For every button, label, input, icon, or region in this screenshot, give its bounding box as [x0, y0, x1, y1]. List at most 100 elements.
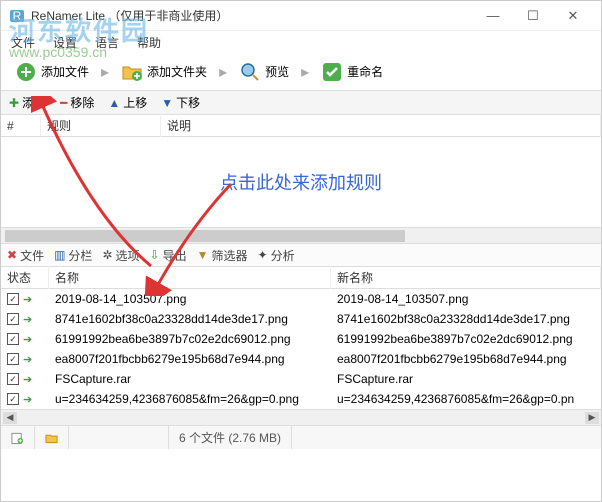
rules-col-desc[interactable]: 说明: [161, 114, 601, 137]
minimize-button[interactable]: —: [473, 2, 513, 30]
add-files-button[interactable]: 添加文件: [9, 59, 95, 85]
file-newname: 2019-08-14_103507.png: [331, 292, 601, 306]
menu-language[interactable]: 语言: [93, 32, 121, 53]
files-analyze-label: 分析: [271, 247, 295, 264]
file-newname: u=234634259,4236876085&fm=26&gp=0.pn: [331, 392, 601, 406]
file-name: 8741e1602bf38c0a23328dd14de3de17.png: [49, 312, 331, 326]
rename-label: 重命名: [347, 63, 383, 80]
files-analyze-button[interactable]: ✦分析: [258, 247, 295, 264]
close-button[interactable]: ✕: [553, 2, 593, 30]
rename-icon: [321, 61, 343, 83]
files-cols-button[interactable]: ▥分栏: [54, 247, 92, 264]
file-name: u=234634259,4236876085&fm=26&gp=0.png: [49, 392, 331, 406]
checkbox-icon[interactable]: ✓: [7, 373, 19, 385]
files-cols-label: 分栏: [68, 247, 92, 264]
add-files-label: 添加文件: [41, 63, 89, 80]
rename-button[interactable]: 重命名: [315, 59, 389, 85]
rules-up-label: 上移: [123, 94, 147, 111]
file-newname: 8741e1602bf38c0a23328dd14de3de17.png: [331, 312, 601, 326]
scroll-left[interactable]: ◀: [3, 412, 17, 424]
rules-col-rule[interactable]: 规则: [41, 114, 161, 137]
file-newname: ea8007f201fbcbb6279e195b68d7e944.png: [331, 352, 601, 366]
file-name: ea8007f201fbcbb6279e195b68d7e944.png: [49, 352, 331, 366]
menu-help[interactable]: 帮助: [135, 32, 163, 53]
files-header: 状态 名称 新名称: [1, 267, 601, 289]
rules-add-button[interactable]: ✚添加: [9, 94, 46, 111]
add-folders-label: 添加文件夹: [147, 63, 207, 80]
arrow-right-icon: ➔: [23, 353, 32, 366]
rules-empty-area[interactable]: 点击此处来添加规则: [1, 137, 601, 227]
arrow-down-icon: ▼: [161, 96, 173, 110]
arrow-right-icon: ➔: [23, 333, 32, 346]
files-toolbar: ✖文件 ▥分栏 ✲选项 ⇩导出 ▼筛选器 ✦分析: [1, 243, 601, 267]
preview-icon: [239, 61, 261, 83]
files-col-newname[interactable]: 新名称: [331, 266, 601, 289]
checkbox-icon[interactable]: ✓: [7, 313, 19, 325]
cols-icon: ▥: [54, 248, 65, 262]
status-icon-1[interactable]: [1, 426, 35, 449]
table-row[interactable]: ✓➔FSCapture.rarFSCapture.rar: [1, 369, 601, 389]
rules-down-button[interactable]: ▼下移: [161, 94, 200, 111]
files-export-button[interactable]: ⇩导出: [150, 247, 187, 264]
files-list: ✓ ➔ 2019-08-14_103507.png2019-08-14_103507…: [1, 289, 601, 409]
main-toolbar: 添加文件 ▸ 添加文件夹 ▸ 预览 ▸ 重命名: [1, 53, 601, 91]
checkbox-icon[interactable]: ✓: [7, 353, 19, 365]
rules-down-label: 下移: [176, 94, 200, 111]
files-scrollbar[interactable]: ◀ ▶: [1, 409, 601, 425]
table-row[interactable]: ✓ ➔ ea8007f201fbcbb6279e195b68d7e944.pngea…: [1, 349, 601, 369]
preview-label: 预览: [265, 63, 289, 80]
menu-settings[interactable]: 设置: [51, 32, 79, 53]
files-filter-button[interactable]: ▼筛选器: [197, 247, 248, 264]
sep-arrow: ▸: [101, 62, 109, 82]
file-newname: 61991992bea6be3897b7c02e2dc69012.png: [331, 332, 601, 346]
status-bar: 6 个文件 (2.76 MB): [1, 425, 601, 449]
arrow-up-icon: ▲: [108, 96, 120, 110]
file-name: FSCapture.rar: [49, 372, 331, 386]
rules-col-num[interactable]: #: [1, 116, 41, 136]
x-icon: ✖: [7, 248, 17, 262]
menu-file[interactable]: 文件: [9, 32, 37, 53]
rules-up-button[interactable]: ▲上移: [108, 94, 147, 111]
rules-hint: 点击此处来添加规则: [220, 169, 382, 195]
rules-toolbar: ✚添加 ━移除 ▲上移 ▼下移: [1, 91, 601, 115]
checkbox-icon[interactable]: ✓: [7, 393, 19, 405]
checkbox-icon[interactable]: ✓: [7, 333, 19, 345]
files-opts-button[interactable]: ✲选项: [102, 247, 139, 264]
app-icon: R: [9, 8, 25, 24]
files-filter-label: 筛选器: [211, 247, 247, 264]
files-opts-label: 选项: [116, 247, 140, 264]
file-name: 61991992bea6be3897b7c02e2dc69012.png: [49, 332, 331, 346]
table-row[interactable]: ✓ ➔ 8741e1602bf38c0a23328dd14de3de17.png87…: [1, 309, 601, 329]
status-count: 6 个文件 (2.76 MB): [169, 426, 292, 449]
export-icon: ⇩: [150, 248, 160, 262]
arrow-right-icon: ➔: [23, 313, 32, 326]
scroll-right[interactable]: ▶: [585, 412, 599, 424]
status-icon-2[interactable]: [35, 426, 69, 449]
maximize-button[interactable]: ☐: [513, 2, 553, 30]
rules-scrollbar[interactable]: [1, 227, 601, 243]
analyze-icon: ✦: [258, 248, 268, 262]
add-folders-icon: [121, 61, 143, 83]
minus-icon: ━: [60, 96, 67, 110]
sep-arrow: ▸: [301, 62, 309, 82]
title-bar: R ReNamer Lite （仅用于非商业使用） — ☐ ✕: [1, 1, 601, 31]
status-spacer: [69, 426, 169, 449]
table-row[interactable]: ✓ ➔ u=234634259,4236876085&fm=26&gp=0.pngu…: [1, 389, 601, 409]
file-name: 2019-08-14_103507.png: [49, 292, 331, 306]
table-row[interactable]: ✓ ➔ 61991992bea6be3897b7c02e2dc69012.png61…: [1, 329, 601, 349]
files-file-label: 文件: [20, 247, 44, 264]
scrollbar-thumb[interactable]: [5, 230, 405, 242]
preview-button[interactable]: 预览: [233, 59, 295, 85]
arrow-right-icon: ➔: [23, 393, 32, 406]
files-file-button[interactable]: ✖文件: [7, 247, 44, 264]
files-export-label: 导出: [163, 247, 187, 264]
menu-bar: 文件 设置 语言 帮助: [1, 31, 601, 53]
add-folders-button[interactable]: 添加文件夹: [115, 59, 213, 85]
rules-remove-button[interactable]: ━移除: [60, 94, 94, 111]
files-col-name[interactable]: 名称: [49, 266, 331, 289]
svg-text:R: R: [13, 9, 22, 23]
table-row[interactable]: ✓➔2019-08-14_103507.png2019-08-14_103507…: [1, 289, 601, 309]
files-col-state[interactable]: 状态: [1, 266, 49, 289]
checkbox-icon[interactable]: ✓: [7, 293, 19, 305]
rules-header: # 规则 说明: [1, 115, 601, 137]
